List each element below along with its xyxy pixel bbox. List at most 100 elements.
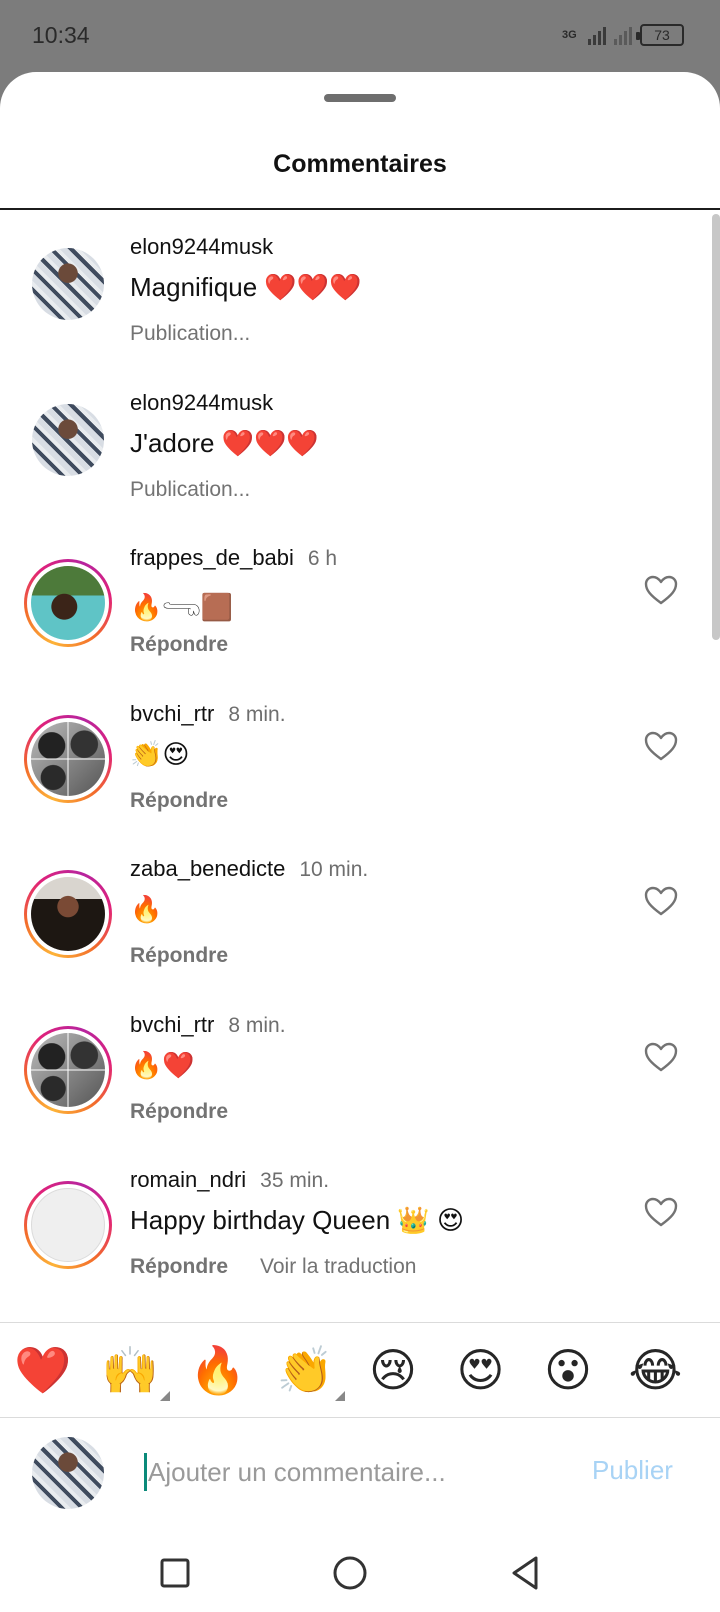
comment-text: Happy birthday Queen 👑 😍 — [130, 1205, 465, 1235]
reaction-emoji-button[interactable]: 🙌 — [96, 1335, 170, 1405]
text-caret — [144, 1453, 147, 1491]
bw-collage-avatar — [31, 1032, 105, 1107]
comment-text: 🔥❤️ — [130, 1049, 195, 1080]
comment-item[interactable]: romain_ndri 35 min. Happy birthday Queen 👑… — [0, 1145, 720, 1305]
reaction-emoji-button[interactable]: ❤️ — [8, 1335, 78, 1405]
comment-actions: Répondre Voir la traduction — [130, 1255, 416, 1279]
avatar-frame — [27, 562, 109, 644]
comments-list[interactable]: elon9244musk Magnifique ❤️❤️❤️ Publication… — [0, 212, 720, 1392]
avatar-frame — [32, 248, 104, 320]
back-button[interactable] — [495, 1543, 555, 1603]
title-divider — [0, 208, 720, 210]
reaction-emoji-button[interactable]: 😂 — [621, 1335, 691, 1405]
comment-username[interactable]: bvchi_rtr — [130, 701, 214, 727]
publish-button[interactable]: Publier — [592, 1455, 673, 1486]
square-icon — [160, 1558, 190, 1588]
comment-item[interactable]: zaba_benedicte 10 min. 🔥 Répondre — [0, 834, 720, 994]
comment-avatar[interactable] — [24, 1025, 112, 1114]
comment-time: 10 min. — [299, 858, 369, 881]
comment-text: Magnifique ❤️❤️❤️ — [130, 272, 362, 302]
empty-avatar — [31, 1188, 105, 1262]
comment-actions: Répondre — [130, 633, 228, 657]
comment-header: bvchi_rtr 8 min. — [130, 1012, 286, 1038]
reaction-emoji-button[interactable]: 🔥 — [183, 1335, 253, 1405]
heart-icon — [644, 731, 678, 760]
comment-avatar[interactable] — [24, 714, 112, 803]
pool-avatar — [31, 566, 105, 640]
reaction-emoji-button[interactable]: 😍 — [446, 1335, 516, 1405]
comment-username[interactable]: frappes_de_babi — [130, 545, 294, 571]
comment-header: elon9244musk — [130, 234, 273, 260]
reaction-emoji-button[interactable]: 👏 — [271, 1335, 345, 1405]
comment-actions: Répondre — [130, 944, 228, 968]
translate-button[interactable]: Voir la traduction — [260, 1255, 416, 1279]
home-button[interactable] — [320, 1543, 380, 1603]
recent-apps-button[interactable] — [145, 1543, 205, 1603]
battery-icon: 73 — [636, 24, 684, 46]
system-nav-bar — [0, 1529, 720, 1612]
signal-icon — [588, 25, 606, 45]
comment-header: frappes_de_babi 6 h — [130, 545, 337, 571]
comment-time: 35 min. — [260, 1169, 330, 1192]
comment-item[interactable]: bvchi_rtr 8 min. 🔥❤️ Répondre — [0, 990, 720, 1150]
comment-composer: Publier — [0, 1419, 720, 1529]
comment-username[interactable]: bvchi_rtr — [130, 1012, 214, 1038]
reply-button[interactable]: Répondre — [130, 1255, 228, 1279]
comment-actions: Publication... — [130, 322, 250, 346]
comment-username[interactable]: zaba_benedicte — [130, 856, 285, 882]
quick-reaction-bar: ❤️ 🙌 🔥 👏 😢 😍 😮 😂 — [0, 1322, 720, 1418]
comment-input[interactable] — [148, 1447, 568, 1497]
comment-avatar[interactable] — [24, 1181, 112, 1269]
comment-item[interactable]: elon9244musk J'adore ❤️❤️❤️ Publication... — [0, 368, 720, 528]
reaction-emoji: 😍 — [456, 1344, 505, 1396]
comment-text: 🔥 — [130, 894, 163, 924]
like-button[interactable] — [644, 731, 678, 761]
comment-header: zaba_benedicte 10 min. — [130, 856, 368, 882]
user-avatar — [32, 403, 104, 476]
comment-avatar[interactable] — [32, 403, 104, 476]
reaction-emoji-button[interactable]: 😮 — [533, 1335, 603, 1405]
comment-item[interactable]: frappes_de_babi 6 h 🔥𓂸🟫 Répondre — [0, 523, 720, 683]
woman-avatar — [31, 877, 105, 951]
comment-username[interactable]: elon9244musk — [130, 234, 273, 260]
comments-sheet: Commentaires elon9244musk Magnifique ❤️❤️… — [0, 72, 720, 1612]
comment-avatar[interactable] — [32, 248, 104, 320]
reaction-emoji: 🙌 — [101, 1344, 160, 1396]
comment-header: elon9244musk — [130, 390, 273, 416]
like-button[interactable] — [644, 886, 678, 916]
comment-time: 6 h — [307, 547, 338, 570]
publishing-status: Publication... — [130, 477, 251, 501]
status-bar: 10:34 3G 73 — [0, 0, 720, 72]
sheet-title: Commentaires — [273, 150, 447, 178]
reaction-emoji: 👏 — [276, 1344, 335, 1396]
reply-button[interactable]: Répondre — [130, 633, 228, 657]
reply-button[interactable]: Répondre — [130, 1100, 228, 1124]
reaction-emoji-button[interactable]: 😢 — [358, 1335, 428, 1405]
avatar-frame — [27, 1184, 109, 1266]
comment-avatar[interactable] — [24, 870, 112, 958]
comment-username[interactable]: elon9244musk — [130, 390, 273, 416]
comment-avatar[interactable] — [24, 559, 112, 647]
skin-tone-indicator-icon — [334, 1391, 345, 1401]
network-type-label: 3G — [562, 29, 577, 41]
comment-time: 8 min. — [228, 1013, 286, 1037]
reply-button[interactable]: Répondre — [130, 944, 228, 968]
avatar-frame — [27, 717, 109, 800]
avatar-frame — [32, 403, 104, 476]
like-button[interactable] — [644, 1197, 678, 1227]
heart-icon — [644, 575, 678, 605]
scrollbar[interactable] — [712, 214, 720, 640]
comment-item[interactable]: elon9244musk Magnifique ❤️❤️❤️ Publication… — [0, 212, 720, 372]
heart-icon — [644, 1042, 678, 1071]
comment-actions: Répondre — [130, 1100, 228, 1124]
sheet-grabber-handle[interactable] — [324, 94, 396, 102]
signal-icon-2 — [614, 25, 632, 45]
like-button[interactable] — [644, 1042, 678, 1072]
like-button[interactable] — [644, 575, 678, 605]
reply-button[interactable]: Répondre — [130, 789, 228, 813]
comment-username[interactable]: romain_ndri — [130, 1167, 246, 1193]
reaction-emoji: 😂 — [628, 1344, 683, 1396]
comment-item[interactable]: bvchi_rtr 8 min. 👏😍 Répondre — [0, 679, 720, 839]
status-icons: 3G 73 — [562, 22, 684, 48]
comment-actions: Publication... — [130, 478, 250, 502]
